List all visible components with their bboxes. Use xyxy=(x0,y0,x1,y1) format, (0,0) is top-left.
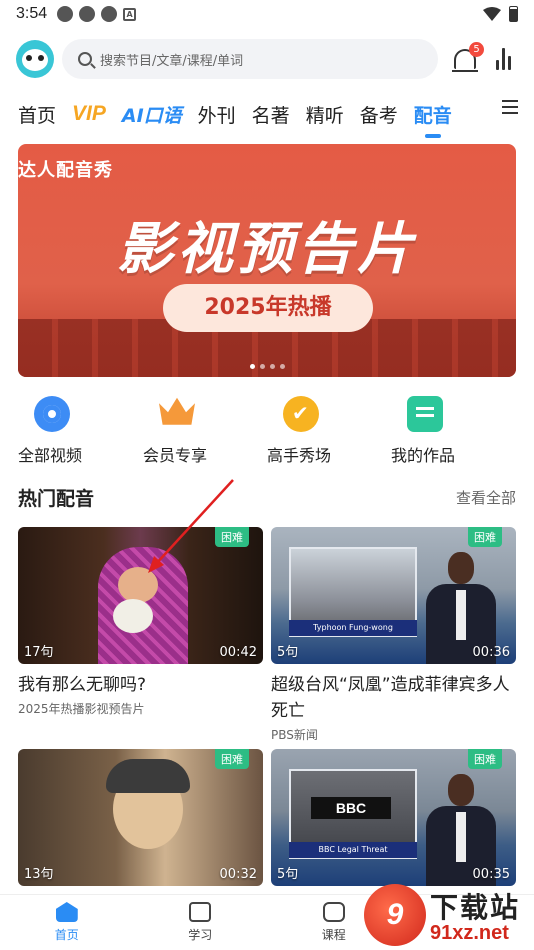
tab-intensive-listening[interactable]: 精听 xyxy=(306,101,344,128)
quick-expert-show[interactable]: 高手秀场 xyxy=(267,396,377,466)
video-icon xyxy=(34,396,70,432)
video-title: 我有那么无聊吗? xyxy=(18,675,147,695)
quick-label: 全部视频 xyxy=(18,446,83,465)
video-card[interactable]: 困难 13句 00:32 xyxy=(18,749,263,886)
tv-icon xyxy=(189,902,212,922)
quick-label: 高手秀场 xyxy=(267,446,332,465)
nav-label: 学习 xyxy=(188,928,213,942)
video-thumbnail: Typhoon Fung-wong 困难 5句 00:36 xyxy=(271,527,516,664)
video-subtitle: 2025年热播影视预告片 xyxy=(18,702,145,716)
banner-tag: 达人配音秀 xyxy=(18,160,113,181)
sentence-count: 17句 xyxy=(24,645,54,660)
anchor-head xyxy=(448,774,474,806)
video-duration: 00:32 xyxy=(219,867,257,882)
banner-title: 影视预告片 xyxy=(117,217,417,282)
quick-my-works[interactable]: 我的作品 xyxy=(391,396,501,466)
video-thumbnail: 困难 13句 00:32 xyxy=(18,749,263,886)
notification-button[interactable]: 5 xyxy=(452,42,484,72)
course-icon xyxy=(322,902,345,922)
watermark-text: 下载站 xyxy=(430,891,521,924)
video-thumbnail: BBC BBC Legal Threat 困难 5句 00:35 xyxy=(271,749,516,886)
status-system-icons xyxy=(483,6,518,22)
difficulty-badge: 困难 xyxy=(468,749,502,769)
page-dot xyxy=(279,364,285,369)
search-placeholder: 搜索节目/文章/课程/单词 xyxy=(100,53,244,69)
home-icon xyxy=(55,902,78,922)
app-logo-icon[interactable] xyxy=(16,40,54,78)
page-dot xyxy=(259,364,265,369)
tab-exam-prep[interactable]: 备考 xyxy=(360,101,398,128)
tab-magazines[interactable]: 外刊 xyxy=(198,101,236,128)
sentence-count: 13句 xyxy=(24,867,54,882)
thumbs-up-icon xyxy=(283,396,319,432)
video-subtitle: PBS新闻 xyxy=(271,728,318,742)
nav-label: 课程 xyxy=(321,928,346,942)
category-tabs: 首页 VIP AI口语 外刊 名著 精听 备考 配音 xyxy=(0,94,534,134)
app-notification-icon xyxy=(101,6,118,22)
nav-home[interactable]: 首页 xyxy=(0,895,134,950)
stats-icon[interactable] xyxy=(496,48,518,70)
search-icon xyxy=(78,52,92,66)
tab-ai-speaking[interactable]: AI口语 xyxy=(122,101,182,128)
difficulty-badge: 困难 xyxy=(468,527,502,547)
video-card[interactable]: Typhoon Fung-wong 困难 5句 00:36 超级台风“凤凰”造成… xyxy=(271,527,516,743)
bbc-logo: BBC xyxy=(311,797,391,819)
video-title: 超级台风“凤凰”造成菲律宾多人死亡 xyxy=(271,675,510,721)
anchor-head xyxy=(448,552,474,584)
search-input[interactable]: 搜索节目/文章/课程/单词 xyxy=(62,39,438,79)
page-dot xyxy=(249,364,255,369)
wifi-icon xyxy=(483,7,501,21)
video-thumbnail: 困难 17句 00:42 xyxy=(18,527,263,664)
watermark-url: 91xz.net xyxy=(430,922,509,944)
quick-vip-exclusive[interactable]: 会员专享 xyxy=(143,396,253,466)
status-notification-icons: A xyxy=(57,6,137,22)
quick-all-videos[interactable]: 全部视频 xyxy=(18,396,128,466)
top-header: 搜索节目/文章/课程/单词 5 xyxy=(0,36,534,82)
tab-dubbing[interactable]: 配音 xyxy=(414,101,452,128)
notification-count-badge: 5 xyxy=(469,42,484,57)
tab-classics[interactable]: 名著 xyxy=(252,101,290,128)
quick-label: 我的作品 xyxy=(391,446,456,465)
app-notification-icon xyxy=(79,6,96,22)
character-hat xyxy=(106,759,190,793)
works-icon xyxy=(407,396,443,432)
news-overlay-bar: BBC Legal Threat xyxy=(289,842,417,858)
menu-icon[interactable] xyxy=(502,100,518,114)
video-card[interactable]: BBC BBC Legal Threat 困难 5句 00:35 xyxy=(271,749,516,886)
hot-dubbing-header: 热门配音 查看全部 xyxy=(18,484,516,511)
difficulty-badge: 困难 xyxy=(215,527,249,547)
section-title: 热门配音 xyxy=(18,488,95,510)
promo-banner[interactable]: 达人配音秀 影视预告片 2025年热播 xyxy=(18,144,516,377)
nav-learn[interactable]: 学习 xyxy=(134,895,268,950)
news-overlay-bar: Typhoon Fung-wong xyxy=(289,620,417,636)
view-all-link[interactable]: 查看全部 xyxy=(456,487,516,508)
banner-page-indicator xyxy=(18,364,516,369)
quick-entries: 全部视频 会员专享 高手秀场 我的作品 xyxy=(0,396,534,468)
status-time: 3:54 xyxy=(16,5,48,22)
video-duration: 00:42 xyxy=(219,645,257,660)
tab-vip[interactable]: VIP xyxy=(72,102,106,126)
nav-label: 首页 xyxy=(54,928,79,942)
tab-home[interactable]: 首页 xyxy=(18,101,56,128)
site-watermark: 9 下载站 91xz.net xyxy=(364,884,534,950)
page-dot xyxy=(269,364,275,369)
video-card[interactable]: 困难 17句 00:42 我有那么无聊吗? 2025年热播影视预告片 xyxy=(18,527,263,717)
status-bar: 3:54 A xyxy=(0,0,534,28)
banner-pill: 2025年热播 xyxy=(163,284,373,332)
video-duration: 00:35 xyxy=(472,867,510,882)
watermark-logo: 9 xyxy=(364,884,426,946)
sentence-count: 5句 xyxy=(277,645,299,660)
crown-icon xyxy=(159,397,195,425)
difficulty-badge: 困难 xyxy=(215,749,249,769)
sentence-count: 5句 xyxy=(277,867,299,882)
app-a-icon: A xyxy=(123,7,137,21)
app-notification-icon xyxy=(57,6,74,22)
character-face xyxy=(118,567,158,603)
battery-icon xyxy=(509,6,518,22)
dog-figure xyxy=(113,599,153,633)
video-duration: 00:36 xyxy=(472,645,510,660)
quick-label: 会员专享 xyxy=(143,446,208,465)
